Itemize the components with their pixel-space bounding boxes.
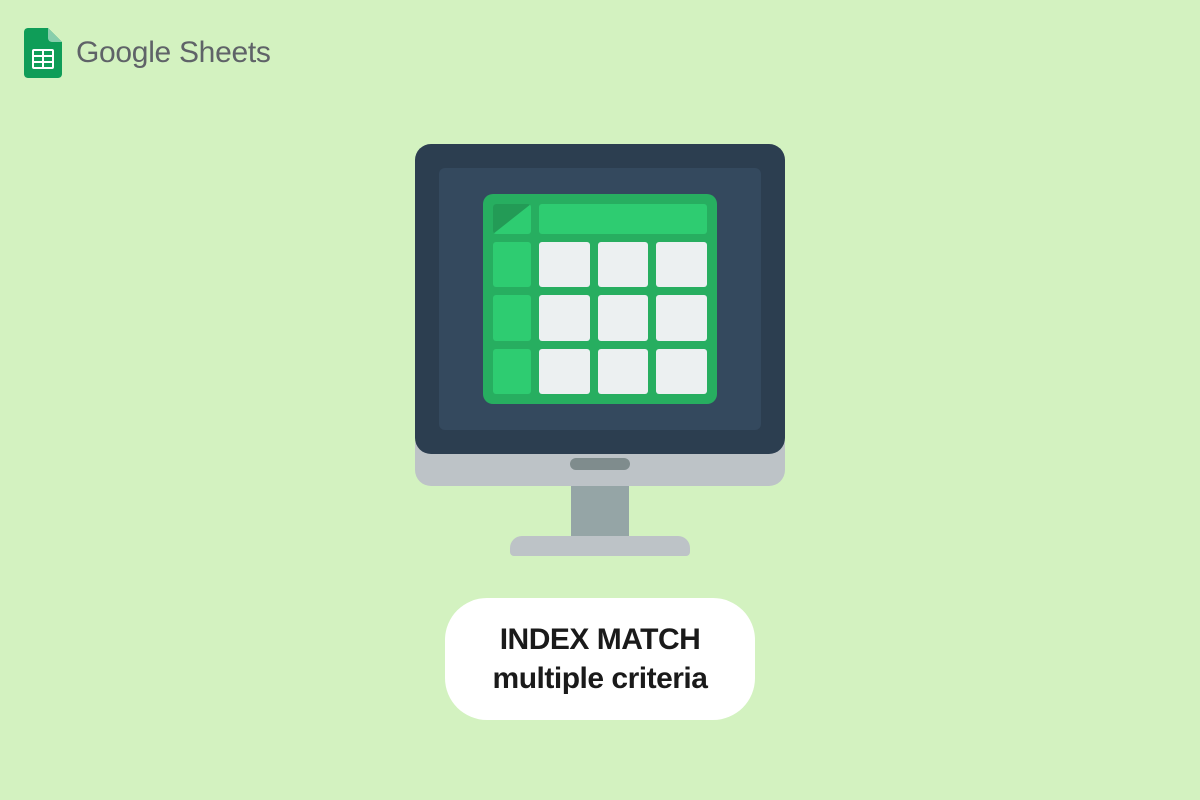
spreadsheet-cell xyxy=(598,242,649,287)
spreadsheet-cell xyxy=(656,242,707,287)
spreadsheet-row-headers xyxy=(493,242,531,394)
spreadsheet-corner-cell xyxy=(493,204,531,234)
product-name: Google Sheets xyxy=(76,36,271,70)
product-logo-area: Google Sheets xyxy=(24,28,271,78)
spreadsheet-app-icon xyxy=(483,194,717,404)
monitor-base xyxy=(510,536,690,556)
caption-line-2: multiple criteria xyxy=(493,659,708,698)
spreadsheet-cell xyxy=(598,295,649,340)
main-illustration-area: INDEX MATCH multiple criteria xyxy=(415,144,785,720)
spreadsheet-row-header xyxy=(493,295,531,340)
monitor-illustration xyxy=(415,144,785,556)
spreadsheet-cell xyxy=(656,295,707,340)
spreadsheet-row-header xyxy=(493,242,531,287)
monitor-neck xyxy=(571,486,629,536)
google-sheets-icon xyxy=(24,28,62,78)
caption-pill: INDEX MATCH multiple criteria xyxy=(445,598,756,720)
monitor-power-button xyxy=(570,458,630,470)
spreadsheet-cell xyxy=(656,349,707,394)
spreadsheet-title-bar xyxy=(539,204,707,234)
monitor-bezel xyxy=(415,144,785,454)
monitor-screen xyxy=(439,168,761,430)
spreadsheet-cell xyxy=(539,242,590,287)
spreadsheet-header-row xyxy=(493,204,707,234)
spreadsheet-cell xyxy=(539,349,590,394)
spreadsheet-cell-grid xyxy=(539,242,707,394)
spreadsheet-row-header xyxy=(493,349,531,394)
caption-line-1: INDEX MATCH xyxy=(493,620,708,659)
spreadsheet-body xyxy=(493,242,707,394)
spreadsheet-cell xyxy=(539,295,590,340)
spreadsheet-cell xyxy=(598,349,649,394)
